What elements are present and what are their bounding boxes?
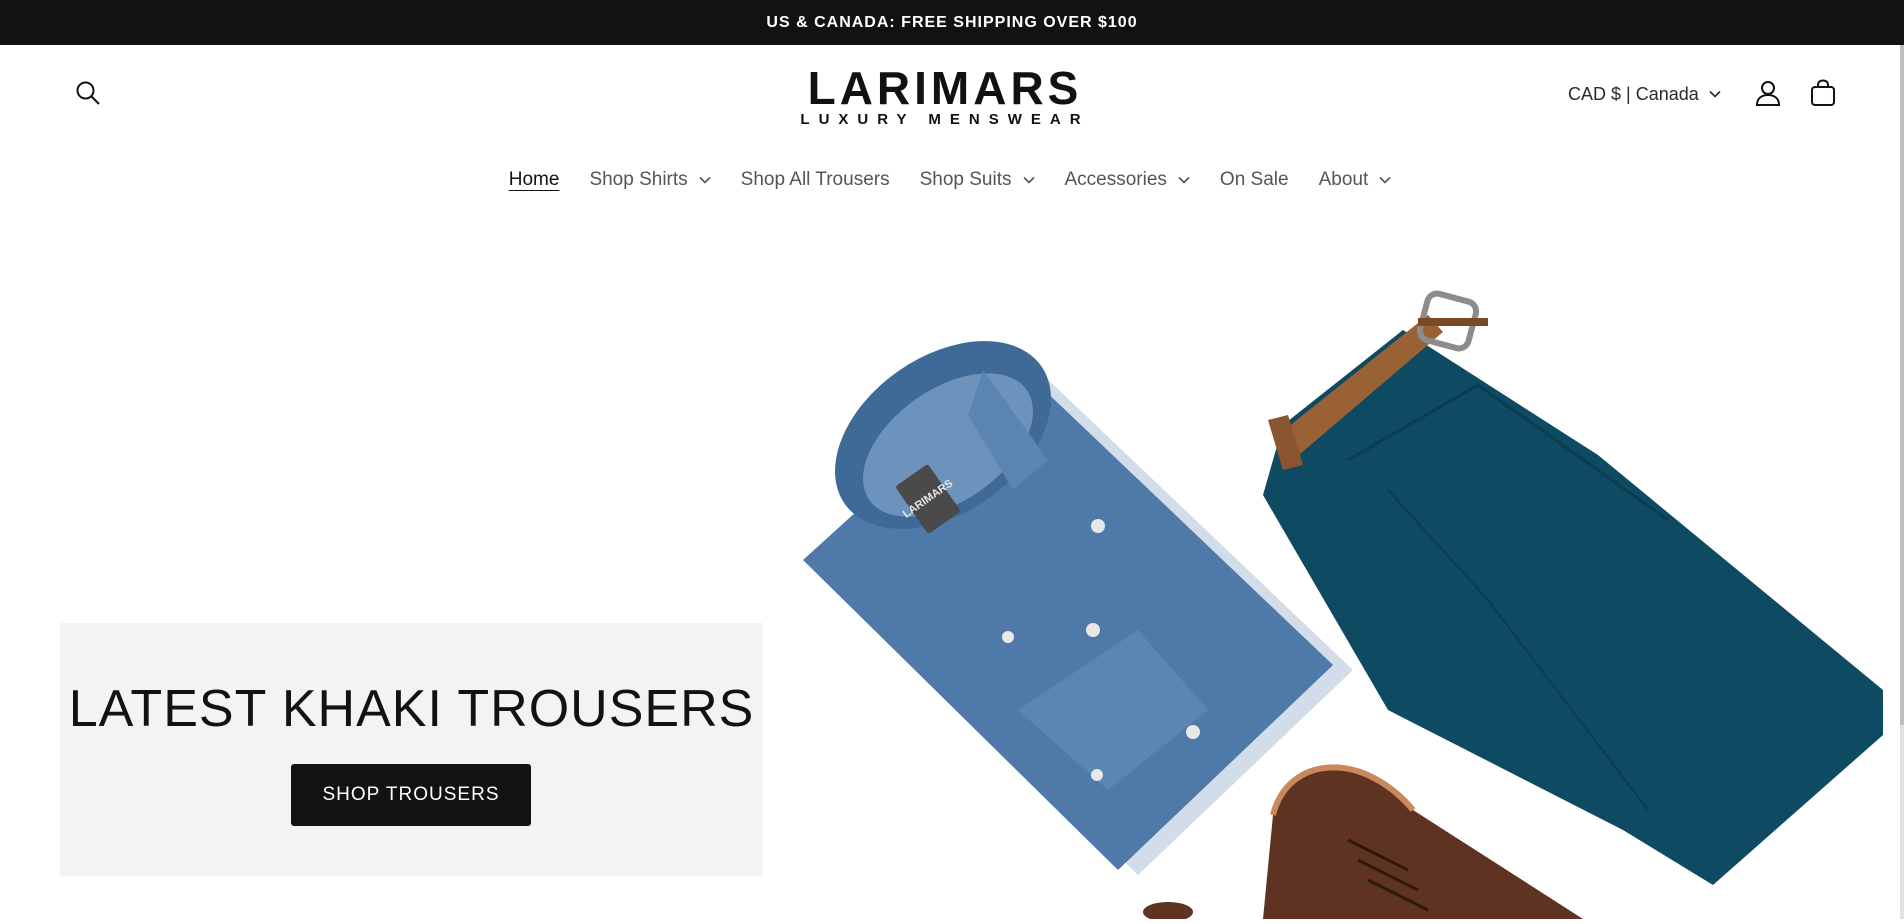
denim-shirt-illustration: LARIMARS bbox=[803, 341, 1353, 875]
shop-trousers-button[interactable]: SHOP TROUSERS bbox=[291, 764, 531, 826]
nav-item-label: About bbox=[1318, 169, 1369, 190]
scrollbar-thumb[interactable] bbox=[1900, 45, 1904, 725]
chevron-down-icon bbox=[1022, 176, 1035, 184]
nav-item-home[interactable]: Home bbox=[509, 169, 560, 191]
nav-item-on-sale[interactable]: On Sale bbox=[1220, 169, 1289, 191]
country-selector[interactable]: CAD $ | Canada bbox=[1568, 79, 1721, 109]
chevron-down-icon bbox=[1178, 176, 1190, 184]
announcement-bar: US & CANADA: FREE SHIPPING OVER $100 bbox=[0, 0, 1904, 45]
site-logo[interactable]: LARIMARS LUXURY MENSWEAR bbox=[780, 63, 1110, 133]
country-selector-label: CAD $ | Canada bbox=[1568, 83, 1699, 104]
nav-item-shop-shirts[interactable]: Shop Shirts bbox=[589, 169, 711, 191]
cart-button[interactable] bbox=[1803, 75, 1843, 115]
nav-item-shop-all-trousers[interactable]: Shop All Trousers bbox=[741, 169, 890, 191]
hero-text-panel: LATEST KHAKI TROUSERS SHOP TROUSERS bbox=[60, 623, 763, 876]
chevron-down-icon bbox=[699, 176, 711, 184]
site-header: LARIMARS LUXURY MENSWEAR CAD $ | Canada … bbox=[0, 45, 1900, 215]
chevron-down-icon bbox=[1379, 176, 1391, 184]
nav-item-label: Shop All Trousers bbox=[740, 169, 890, 190]
chevron-down-icon bbox=[1709, 90, 1721, 98]
announcement-text: US & CANADA: FREE SHIPPING OVER $100 bbox=[766, 13, 1138, 31]
cart-icon bbox=[1809, 78, 1837, 112]
main-navigation: Home Shop Shirts Shop All Trousers Shop … bbox=[0, 155, 1900, 205]
nav-item-label: Shop Suits bbox=[919, 169, 1012, 190]
account-icon bbox=[1754, 79, 1782, 112]
search-button[interactable] bbox=[68, 75, 108, 115]
nav-item-accessories[interactable]: Accessories bbox=[1065, 169, 1190, 191]
nav-item-label: Shop Shirts bbox=[589, 169, 688, 190]
account-button[interactable] bbox=[1748, 75, 1788, 115]
logo-wordmark: LARIMARS bbox=[807, 62, 1083, 114]
nav-item-label: Accessories bbox=[1064, 169, 1167, 190]
hero-title: LATEST KHAKI TROUSERS bbox=[68, 680, 755, 738]
nav-item-about[interactable]: About bbox=[1319, 169, 1392, 191]
nav-item-label: Home bbox=[508, 169, 560, 190]
hero-image: LARIMARS bbox=[788, 270, 1900, 922]
nav-item-label: On Sale bbox=[1219, 169, 1289, 190]
nav-item-shop-suits[interactable]: Shop Suits bbox=[920, 169, 1035, 191]
search-icon bbox=[75, 80, 101, 111]
logo-tagline: LUXURY MENSWEAR bbox=[800, 111, 1090, 128]
